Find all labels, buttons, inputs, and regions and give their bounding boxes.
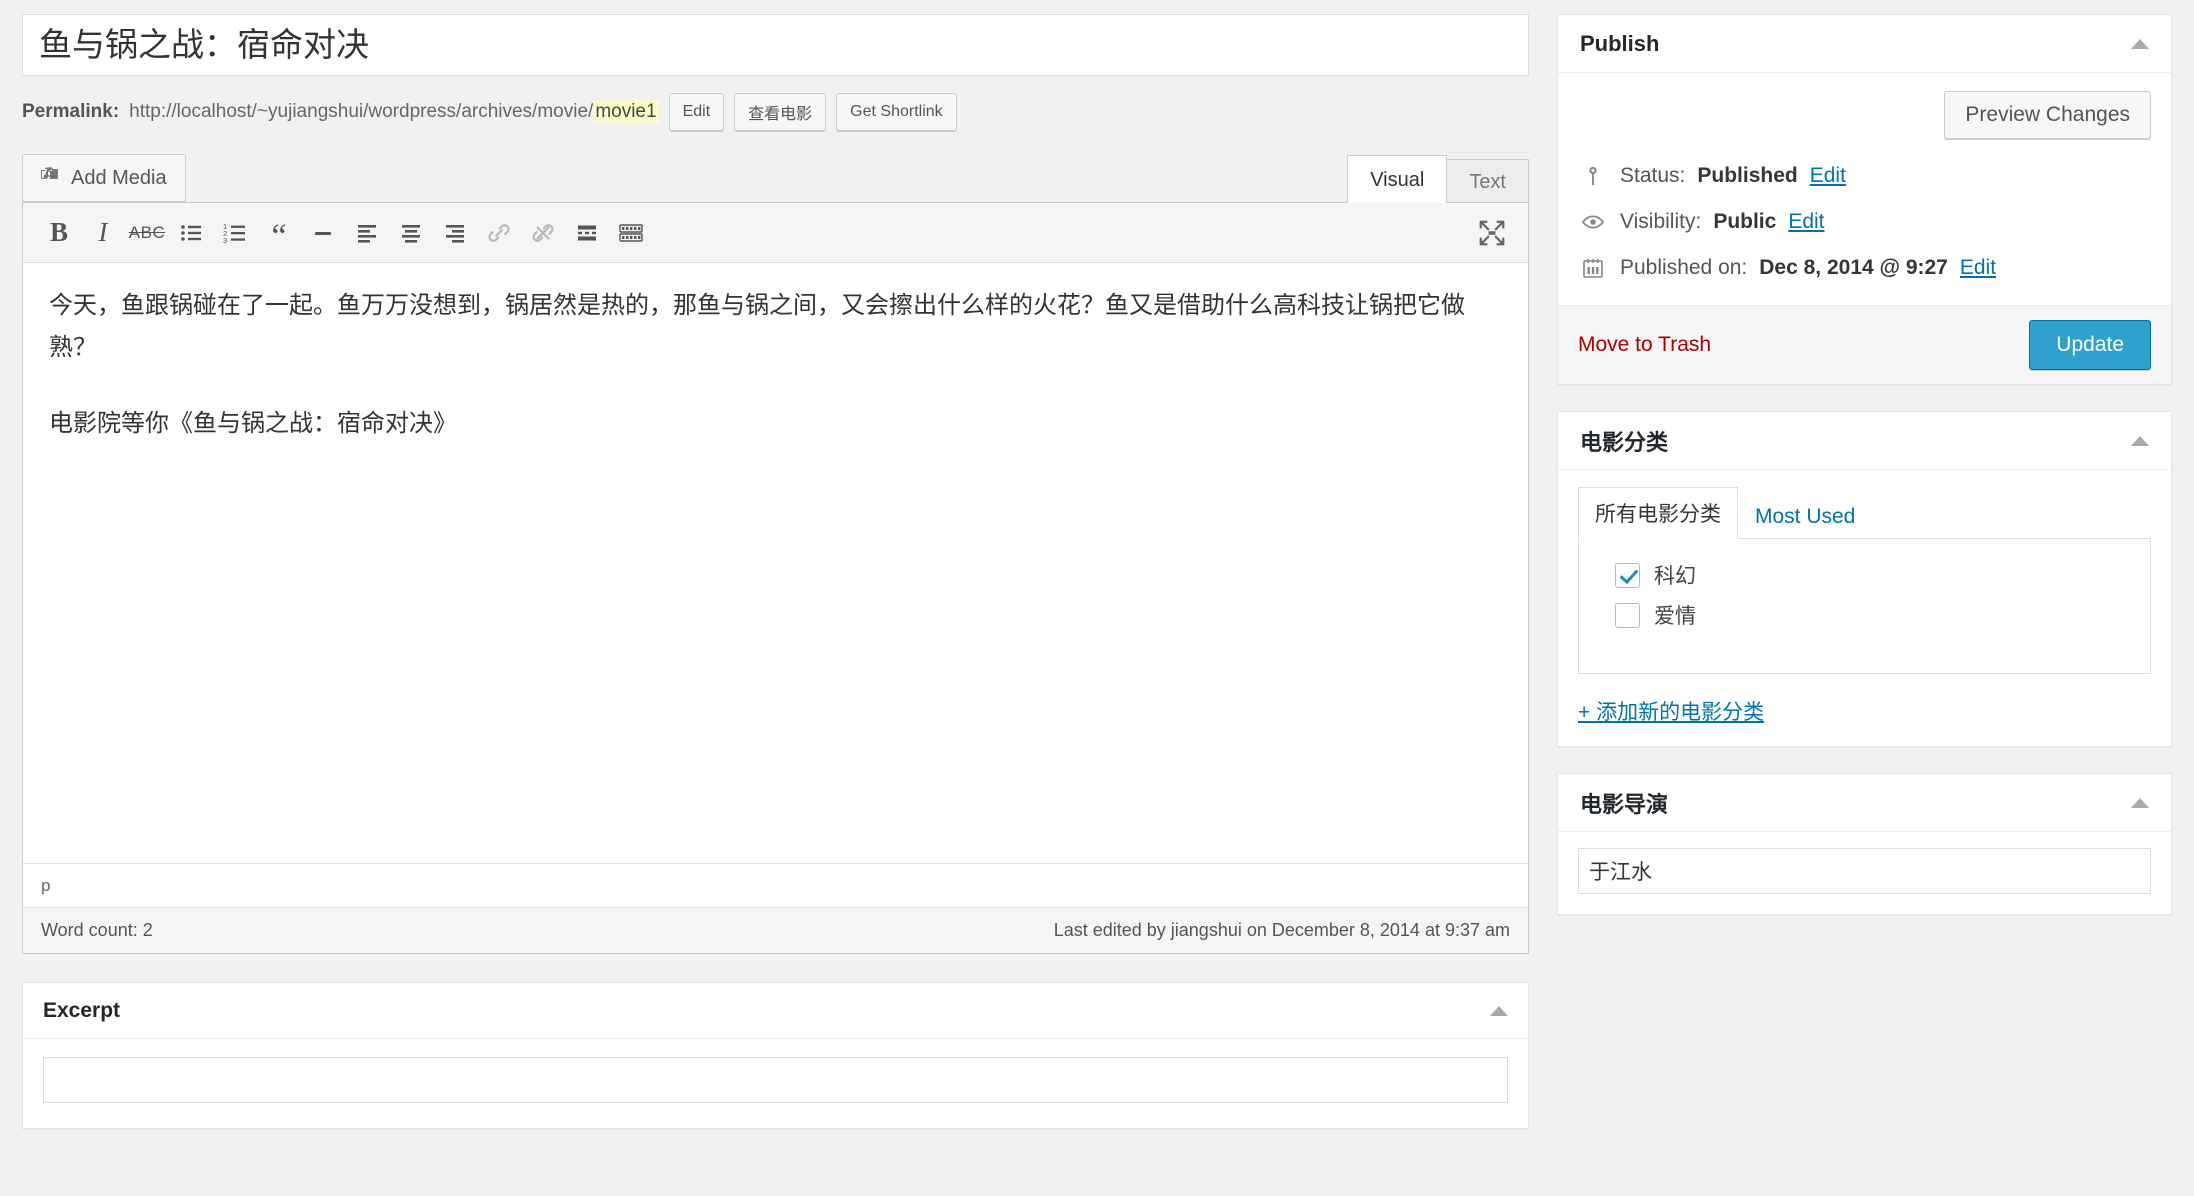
post-title-input[interactable]	[37, 24, 1514, 66]
published-on-edit-link[interactable]: Edit	[1960, 253, 1996, 282]
publish-panel-title: Publish	[1580, 30, 1660, 56]
movie-category-collapse-toggle-icon[interactable]	[2131, 435, 2149, 446]
add-media-label: Add Media	[71, 166, 167, 189]
fullscreen-expand-icon[interactable]	[1470, 211, 1514, 255]
publish-collapse-toggle-icon[interactable]	[2131, 38, 2149, 49]
status-edit-link[interactable]: Edit	[1810, 161, 1846, 190]
add-new-movie-category-link[interactable]: + 添加新的电影分类	[1578, 696, 1764, 726]
movie-category-header: 电影分类	[1558, 412, 2171, 470]
visibility-edit-link[interactable]: Edit	[1788, 207, 1824, 236]
status-row: Status: Published Edit	[1578, 153, 2151, 199]
movie-category-list: 科幻 爱情	[1578, 539, 2151, 674]
align-right-icon[interactable]	[433, 211, 477, 255]
permalink-label: Permalink:	[22, 101, 120, 122]
preview-changes-button[interactable]: Preview Changes	[1944, 91, 2151, 139]
movie-category-tabs: 所有电影分类 Most Used	[1578, 486, 2151, 539]
movie-director-input[interactable]	[1578, 848, 2151, 894]
edit-permalink-button[interactable]: Edit	[668, 93, 725, 131]
content-paragraph-2: 电影院等你《鱼与锅之战：宿命对决》	[49, 410, 457, 437]
add-media-button[interactable]: Add Media	[22, 154, 186, 202]
published-on-row: Published on: Dec 8, 2014 @ 9:27 Edit	[1578, 245, 2151, 291]
bullet-list-icon[interactable]	[169, 211, 213, 255]
editor-status-bar: Word count: 2 Last edited by jiangshui o…	[23, 907, 1528, 953]
permalink-slug: movie1	[593, 100, 659, 123]
excerpt-panel: Excerpt	[22, 982, 1529, 1129]
strikethrough-icon[interactable]: ABC	[125, 211, 169, 255]
get-shortlink-button[interactable]: Get Shortlink	[836, 93, 957, 131]
editor-wrapper: Add Media Visual Text B I ABC 1 2 3 “ 今天…	[22, 148, 1529, 954]
content-paragraph-1: 今天，鱼跟锅碰在了一起。鱼万万没想到，锅居然是热的，那鱼与锅之间，又会擦出什么样…	[49, 292, 1465, 361]
toolbar-toggle-icon[interactable]	[609, 211, 653, 255]
publish-preview-row: Preview Changes	[1558, 73, 2171, 153]
status-value: Published	[1697, 164, 1798, 188]
visibility-value: Public	[1713, 210, 1777, 234]
move-to-trash-link[interactable]: Move to Trash	[1578, 333, 1711, 357]
last-edited: Last edited by jiangshui on December 8, …	[1053, 920, 1510, 940]
editor-content-area[interactable]: 今天，鱼跟锅碰在了一起。鱼万万没想到，锅居然是热的，那鱼与锅之间，又会擦出什么样…	[23, 263, 1528, 863]
post-title-box	[22, 14, 1529, 76]
tab-text[interactable]: Text	[1446, 159, 1529, 203]
view-movie-button[interactable]: 查看电影	[734, 93, 827, 131]
word-count: Word count: 2	[41, 920, 153, 940]
italic-icon[interactable]: I	[81, 211, 125, 255]
movie-category-body: 所有电影分类 Most Used 科幻 爱情 + 添加新的电影分类	[1558, 470, 2171, 746]
insert-link-icon[interactable]	[477, 211, 521, 255]
permalink-url-prefix: http://localhost/~yujiangshui/wordpress/…	[129, 101, 594, 122]
published-on-value: Dec 8, 2014 @ 9:27	[1759, 256, 1948, 280]
align-center-icon[interactable]	[389, 211, 433, 255]
movie-director-collapse-toggle-icon[interactable]	[2131, 797, 2149, 808]
movie-director-header: 电影导演	[1558, 774, 2171, 832]
update-button[interactable]: Update	[2029, 320, 2151, 370]
category-checkbox-scifi[interactable]	[1615, 562, 1640, 588]
editor-box: B I ABC 1 2 3 “ 今天，鱼跟锅碰在了一起。鱼万万没想到，锅居然是热…	[22, 202, 1529, 954]
pin-icon	[1578, 161, 1608, 191]
horizontal-rule-icon[interactable]	[301, 211, 345, 255]
permalink-url: http://localhost/~yujiangshui/wordpress/…	[129, 100, 659, 123]
editor-mode-tabs: Visual Text	[1347, 154, 1529, 203]
category-label-scifi: 科幻	[1654, 565, 1696, 588]
remove-link-icon[interactable]	[521, 211, 565, 255]
excerpt-panel-header: Excerpt	[23, 983, 1528, 1039]
visibility-row: Visibility: Public Edit	[1578, 199, 2151, 245]
publish-misc-actions: Status: Published Edit Visibility: Publi…	[1558, 153, 2171, 305]
category-item-romance[interactable]: 爱情	[1597, 595, 2132, 635]
excerpt-collapse-toggle-icon[interactable]	[1490, 1005, 1508, 1016]
movie-category-panel: 电影分类 所有电影分类 Most Used 科幻 爱情 + 添加新的电影分类	[1557, 411, 2172, 747]
editor-element-path: p	[23, 863, 1528, 907]
tab-visual[interactable]: Visual	[1347, 155, 1448, 203]
editor-toolbar: B I ABC 1 2 3 “	[23, 203, 1528, 263]
svg-text:3: 3	[223, 236, 227, 245]
excerpt-panel-title: Excerpt	[43, 998, 121, 1022]
align-left-icon[interactable]	[345, 211, 389, 255]
category-label-romance: 爱情	[1654, 605, 1696, 628]
publish-panel-header: Publish	[1558, 15, 2171, 73]
movie-director-title: 电影导演	[1580, 791, 1669, 817]
category-checkbox-romance[interactable]	[1615, 602, 1640, 628]
published-on-label: Published on:	[1620, 256, 1748, 280]
bold-icon[interactable]: B	[37, 211, 81, 255]
category-item-scifi[interactable]: 科幻	[1597, 555, 2132, 595]
wordpress-post-editor: Permalink: http://localhost/~yujiangshui…	[0, 0, 2194, 1196]
blockquote-icon[interactable]: “	[257, 211, 301, 255]
tab-all-movie-categories[interactable]: 所有电影分类	[1578, 487, 1738, 539]
excerpt-textarea[interactable]	[43, 1057, 1508, 1103]
insert-more-tag-icon[interactable]	[565, 211, 609, 255]
main-column: Permalink: http://localhost/~yujiangshui…	[0, 0, 1549, 1196]
sidebar-column: Publish Preview Changes Status: Publishe…	[1549, 0, 2194, 1196]
media-tabs-row: Add Media Visual Text	[22, 148, 1529, 203]
calendar-icon	[1578, 253, 1608, 283]
movie-director-panel: 电影导演	[1557, 773, 2172, 915]
tab-most-used[interactable]: Most Used	[1738, 494, 1872, 539]
numbered-list-icon[interactable]: 1 2 3	[213, 211, 257, 255]
visibility-label: Visibility:	[1620, 210, 1702, 234]
publish-actions-row: Move to Trash Update	[1558, 305, 2171, 384]
movie-category-title: 电影分类	[1580, 429, 1669, 455]
excerpt-panel-body	[23, 1039, 1528, 1128]
publish-panel: Publish Preview Changes Status: Publishe…	[1557, 14, 2172, 385]
permalink-row: Permalink: http://localhost/~yujiangshui…	[22, 90, 1529, 134]
status-label: Status:	[1620, 164, 1686, 188]
eye-icon	[1578, 207, 1608, 237]
movie-director-body	[1558, 832, 2171, 914]
camera-music-icon	[37, 163, 61, 193]
